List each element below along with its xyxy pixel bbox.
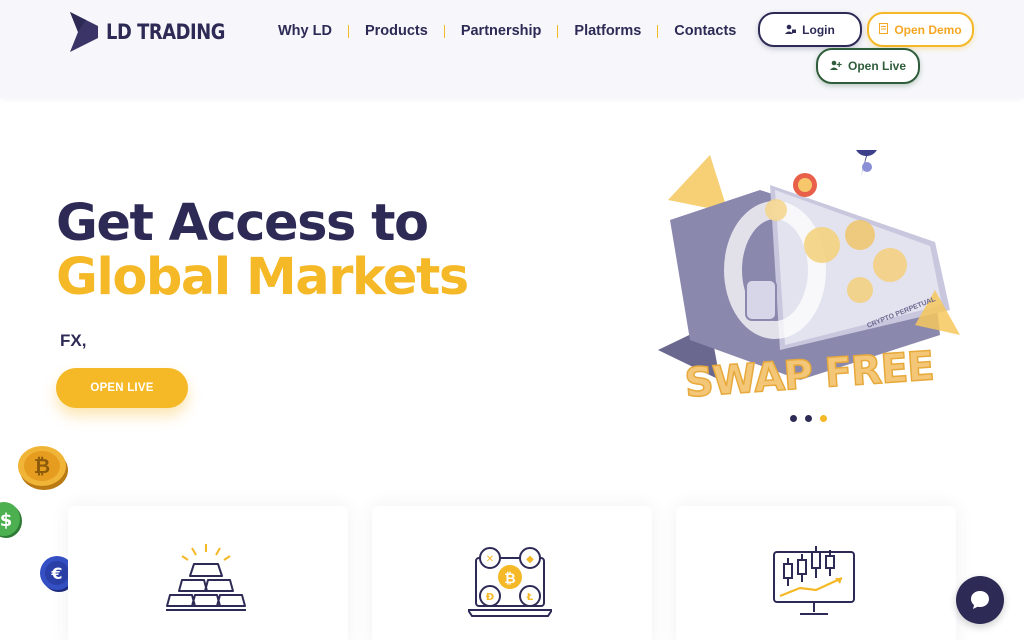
bitcoin-coin-icon: ₿ [18,446,68,490]
login-label: Login [802,22,835,37]
hero-title-line1: Get Access to [56,194,429,253]
logo-mark-icon [70,12,98,52]
open-live-header-button[interactable]: Open Live [816,48,920,84]
dollar-coin-icon: $ [0,502,22,538]
hero-subtitle: FX, [60,331,87,350]
nav-why-ld[interactable]: Why LD [262,23,348,39]
feature-card-trading[interactable] [676,506,956,640]
svg-text:✕: ✕ [486,554,494,565]
carousel-dot-1[interactable] [790,415,797,422]
nav-platforms[interactable]: Platforms [558,23,657,39]
svg-text:$: $ [0,510,12,531]
open-live-header-label: Open Live [847,59,906,73]
nav-products[interactable]: Products [349,23,444,39]
candlestick-monitor-icon [773,546,855,615]
user-plus-icon [829,59,842,73]
brand-name: LD TRADING [106,20,225,44]
feature-card-crypto[interactable]: ₿ ✕ ◆ Đ Ł [372,506,652,640]
svg-text:SWAP FREE: SWAP FREE [683,343,935,406]
hero-title-line2: Global Markets [56,248,469,307]
svg-text:Đ: Đ [486,592,494,603]
swap-free-illustration: CRYPTO PERPETUAL SWAP FREE [658,150,960,407]
nav-contacts[interactable]: Contacts [658,23,752,39]
site-header: LD TRADING Why LD Products Partnership P… [0,0,1024,97]
brand-logo[interactable]: LD TRADING [68,12,246,52]
open-live-cta-button[interactable]: OPEN LIVE [56,368,188,408]
hero-title: Get Access to Global Markets [56,194,469,307]
chat-bubble-icon [971,591,989,609]
svg-text:Ł: Ł [526,592,534,603]
document-icon [879,22,889,37]
user-lock-icon [785,23,797,37]
svg-text:€: € [50,564,62,583]
carousel-dot-2[interactable] [805,415,812,422]
login-button[interactable]: Login [758,12,862,47]
nav-partnership[interactable]: Partnership [445,23,558,39]
carousel-dot-3[interactable] [820,415,827,422]
main-nav: Why LD Products Partnership Platforms Co… [262,22,752,40]
svg-text:₿: ₿ [504,571,515,587]
svg-text:◆: ◆ [526,554,534,565]
gold-bars-icon [166,544,246,611]
chat-button[interactable] [956,576,1004,624]
feature-card-gold[interactable] [68,506,348,640]
crypto-laptop-icon: ₿ ✕ ◆ Đ Ł [468,547,552,617]
open-demo-button[interactable]: Open Demo [867,12,974,47]
open-demo-label: Open Demo [894,22,962,37]
svg-text:₿: ₿ [34,454,50,478]
carousel-dots [790,415,827,422]
